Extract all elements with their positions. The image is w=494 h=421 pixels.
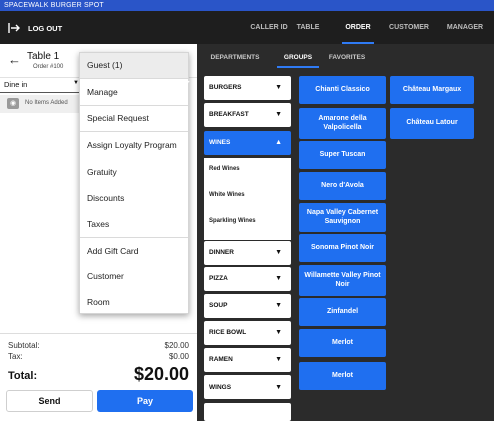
item-button[interactable]: Merlot	[299, 362, 386, 390]
tab-groups[interactable]: GROUPS	[277, 49, 319, 68]
subcategory-red-wines[interactable]: Red Wines	[209, 166, 240, 172]
category-ramen[interactable]: RAMEN ▼	[204, 348, 291, 372]
category-label: WINGS	[209, 384, 232, 391]
category-label: SOUP	[209, 302, 228, 309]
tab-manager[interactable]: MANAGER	[440, 11, 490, 44]
back-arrow-icon[interactable]: ←	[8, 53, 21, 67]
app-title-bar: SPACEWALK BURGER SPOT	[0, 0, 494, 11]
category-label: DINNER	[209, 249, 234, 256]
menu-item-room[interactable]: Room	[80, 289, 188, 315]
chevron-down-icon: ▼	[275, 302, 282, 309]
tab-customer-label: CUSTOMER	[389, 24, 429, 31]
table-title: Table 1	[27, 51, 60, 62]
menu-item-assign-loyalty[interactable]: Assign Loyalty Program	[80, 132, 188, 158]
chevron-down-icon: ▼	[275, 84, 282, 91]
tab-departments-label: DEPARTMENTS	[210, 54, 260, 61]
eye-icon: ◉	[7, 98, 19, 109]
category-breakfast[interactable]: BREAKFAST ▼	[204, 103, 291, 127]
category-pizza[interactable]: PIZZA ▼	[204, 267, 291, 291]
chevron-down-icon: ▼	[275, 249, 282, 256]
category-soup[interactable]: SOUP ▼	[204, 294, 291, 318]
tab-table[interactable]: TABLE	[292, 11, 324, 44]
tab-caller-id[interactable]: CALLER ID	[248, 11, 290, 44]
category-wines[interactable]: WINES ▲	[204, 131, 291, 155]
menu-item-discounts[interactable]: Discounts	[80, 185, 188, 211]
chevron-down-icon: ▼	[275, 356, 282, 363]
ticket-options-menu: Guest (1) Manage Special Request Assign …	[79, 52, 189, 314]
item-button[interactable]: Merlot	[299, 329, 386, 357]
category-label: BREAKFAST	[209, 111, 249, 118]
item-button[interactable]: Château Margaux	[390, 76, 474, 104]
item-button[interactable]: Super Tuscan	[299, 141, 386, 169]
tax-label: Tax:	[8, 352, 23, 361]
tax-value: $0.00	[168, 352, 189, 361]
item-button[interactable]: Willamette Valley Pinot Noir	[299, 265, 386, 296]
subcategory-sparkling-wines[interactable]: Sparkling Wines	[209, 218, 256, 224]
category-burgers[interactable]: BURGERS ▼	[204, 76, 291, 100]
chevron-down-icon: ▼	[275, 329, 282, 336]
menu-item-gratuity[interactable]: Gratuity	[80, 159, 188, 185]
menu-item-taxes[interactable]: Taxes	[80, 211, 188, 237]
item-button[interactable]: Napa Valley Cabernet Sauvignon	[299, 203, 386, 232]
app-title: SPACEWALK BURGER SPOT	[4, 2, 104, 9]
subtotal-value: $20.00	[164, 341, 189, 350]
total-label: Total:	[8, 370, 38, 382]
logout-label: LOG OUT	[28, 23, 63, 33]
tab-order[interactable]: ORDER	[342, 11, 374, 44]
pay-button[interactable]: Pay	[97, 390, 193, 412]
order-number: Order #100	[33, 64, 64, 70]
category-wings[interactable]: WINGS ▼	[204, 375, 291, 399]
chevron-down-icon: ▼	[275, 111, 282, 118]
category-dinner[interactable]: DINNER ▼	[204, 241, 291, 265]
menu-item-special-request[interactable]: Special Request	[80, 106, 188, 130]
tab-order-label: ORDER	[345, 24, 371, 31]
divider	[0, 92, 80, 93]
divider	[80, 78, 188, 79]
subcategory-white-wines[interactable]: White Wines	[209, 192, 245, 198]
chevron-up-icon: ▲	[275, 139, 282, 146]
tab-departments[interactable]: DEPARTMENTS	[203, 49, 267, 68]
tab-table-label: TABLE	[296, 24, 320, 31]
menu-item-customer[interactable]: Customer	[80, 263, 188, 289]
tab-manager-label: MANAGER	[446, 24, 484, 31]
category-label: RAMEN	[209, 356, 233, 363]
chevron-down-icon: ▼	[275, 275, 282, 282]
category-rice-bowl[interactable]: RICE BOWL ▼	[204, 321, 291, 345]
item-button[interactable]: Château Latour	[390, 108, 474, 139]
pos-app: SPACEWALK BURGER SPOT LOG OUT CALLER ID …	[0, 0, 494, 421]
empty-items-label: No Items Added	[25, 100, 68, 106]
category-label: PIZZA	[209, 275, 228, 282]
submenu-arrow-icon: ▶	[186, 79, 190, 85]
menu-item-manage[interactable]: Manage	[80, 80, 188, 104]
item-button[interactable]: Zinfandel	[299, 298, 386, 326]
menu-item-add-gift-card[interactable]: Add Gift Card	[80, 238, 188, 264]
item-button[interactable]: Amarone della Valpolicella	[299, 108, 386, 139]
category-label: BURGERS	[209, 84, 242, 91]
tab-groups-label: GROUPS	[283, 54, 313, 61]
top-nav-bar: LOG OUT CALLER ID TABLE ORDER CUSTOMER M…	[0, 11, 494, 44]
logout-icon	[8, 23, 20, 33]
tab-customer[interactable]: CUSTOMER	[386, 11, 432, 44]
subtotal-label: Subtotal:	[8, 341, 40, 350]
chevron-down-icon: ▼	[275, 384, 282, 391]
item-button[interactable]: Chianti Classico	[299, 76, 386, 104]
category-more[interactable]	[204, 403, 291, 421]
total-value: $20.00	[133, 364, 189, 384]
category-label: RICE BOWL	[209, 329, 247, 336]
item-button[interactable]: Sonoma Pinot Noir	[299, 234, 386, 262]
tab-caller-id-label: CALLER ID	[250, 24, 288, 31]
tab-favorites-label: FAVORITES	[328, 54, 366, 61]
logout-button[interactable]: LOG OUT	[8, 20, 62, 36]
menu-item-guest[interactable]: Guest (1)	[80, 53, 188, 78]
divider	[0, 333, 197, 334]
tab-favorites[interactable]: FAVORITES	[325, 49, 369, 68]
item-button[interactable]: Nero d'Avola	[299, 172, 386, 200]
order-type-select[interactable]: Dine in	[4, 80, 27, 89]
send-button[interactable]: Send	[6, 390, 93, 412]
category-label: WINES	[209, 139, 231, 146]
